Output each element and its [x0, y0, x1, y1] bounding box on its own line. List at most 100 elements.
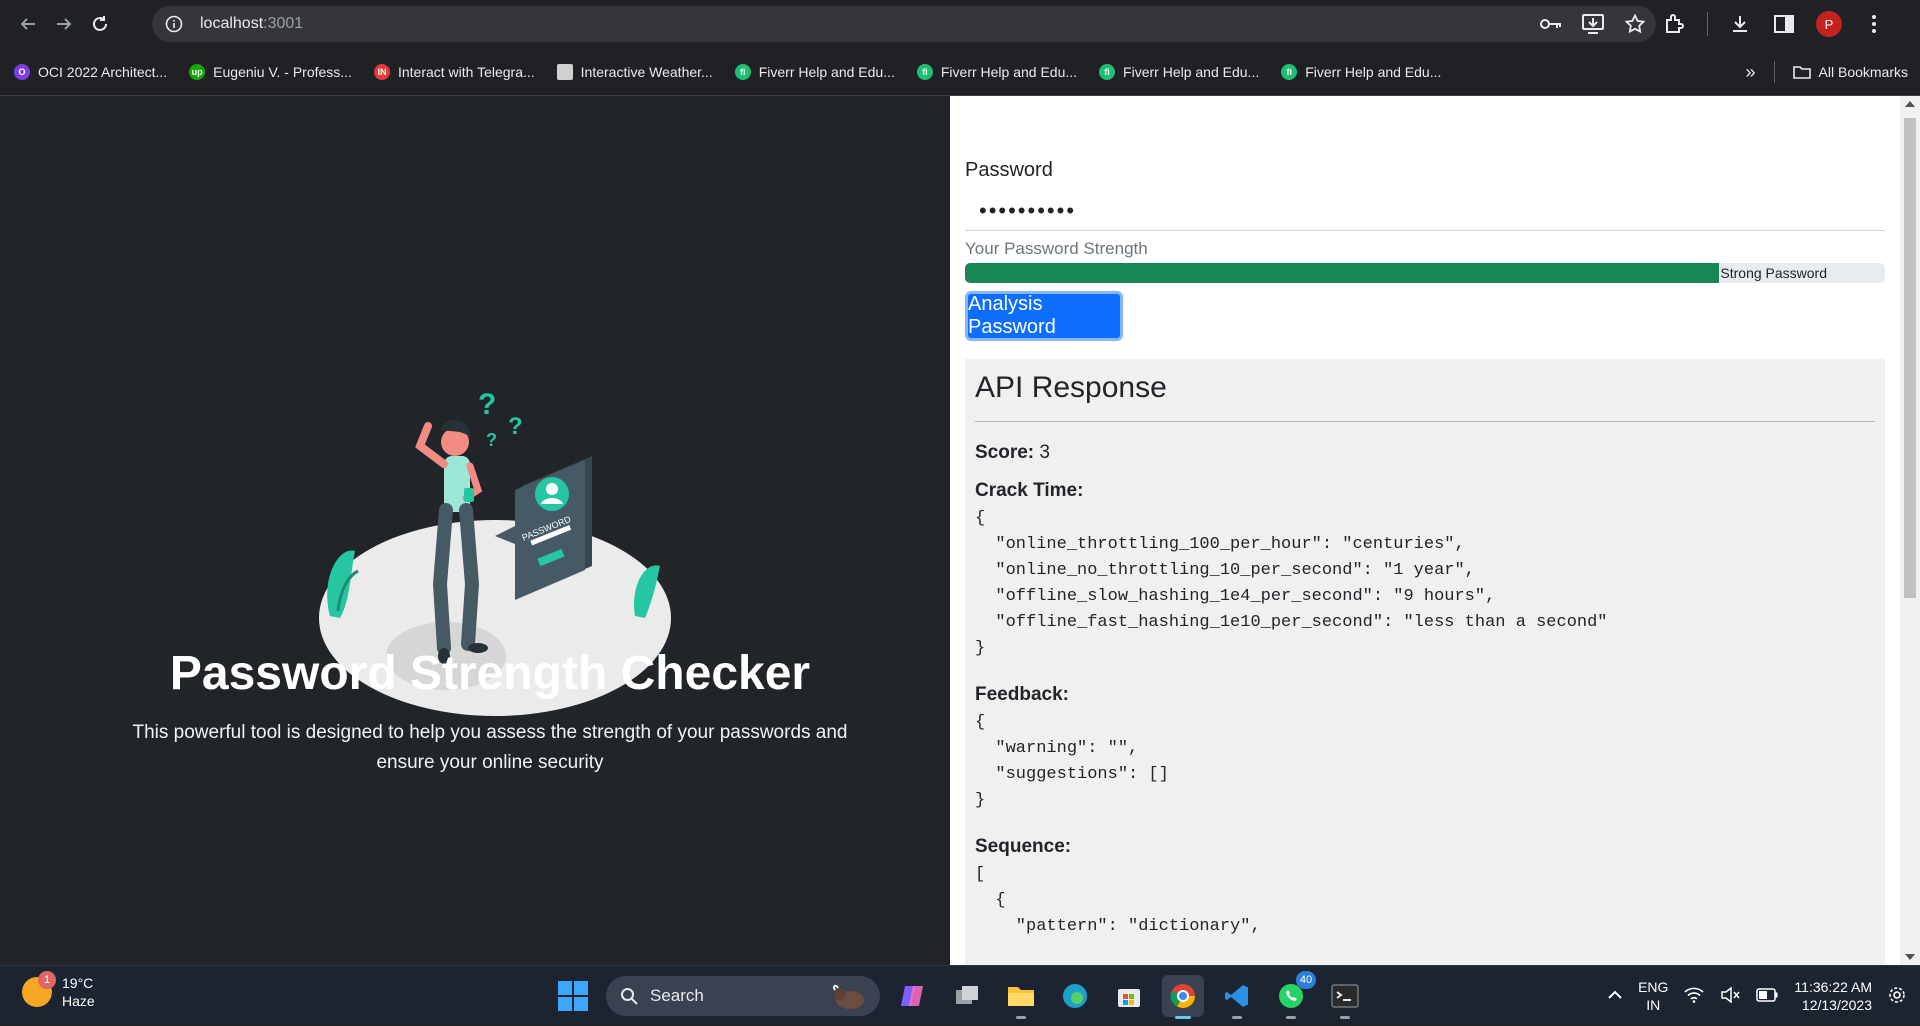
bookmark-star-icon[interactable]: [1624, 13, 1646, 35]
bookmark-label: Fiverr Help and Edu...: [1123, 63, 1260, 80]
scroll-up-arrow-icon[interactable]: [1905, 101, 1915, 107]
bookmarks-overflow-icon[interactable]: »: [1746, 62, 1756, 83]
language-line1: ENG: [1638, 979, 1669, 995]
api-divider: [975, 421, 1875, 422]
browser-toolbar: localhost:3001 P: [0, 0, 1920, 48]
vscode-app-icon[interactable]: [1216, 975, 1258, 1019]
checker-panel: Password •••••••••• Your Password Streng…: [950, 96, 1900, 965]
password-key-icon[interactable]: [1540, 13, 1562, 35]
battery-icon[interactable]: [1756, 987, 1778, 1005]
chrome-app-icon[interactable]: [1162, 975, 1204, 1019]
running-indicator: [1016, 1016, 1026, 1019]
scrollbar-thumb[interactable]: [1904, 118, 1916, 598]
bookmarks-divider: [1773, 61, 1775, 83]
hero-panel: PASSWORD ? ? ? Password Strength Checker…: [0, 96, 950, 965]
bookmark-item[interactable]: up Eugeniu V. - Profess...: [189, 63, 352, 80]
bookmark-item[interactable]: fi Fiverr Help and Edu...: [734, 63, 895, 80]
reload-button[interactable]: [82, 6, 118, 42]
bookmark-label: Fiverr Help and Edu...: [758, 63, 895, 80]
bookmark-favicon-icon: fi: [1281, 63, 1298, 80]
sequence-json: [ { "pattern": "dictionary",: [975, 865, 1261, 936]
system-tray: ENG IN 11:36:22 AM 12/13/2023: [1608, 966, 1920, 1026]
whatsapp-unread-count: 40: [1296, 971, 1316, 989]
score-value: 3: [1039, 442, 1050, 463]
show-hidden-icons-chevron-icon[interactable]: [1608, 987, 1622, 1005]
clock-date: 12/13/2023: [1801, 997, 1872, 1013]
bookmark-label: OCI 2022 Architect...: [38, 63, 168, 80]
bookmark-favicon-icon: fi: [916, 63, 933, 80]
feedback-label: Feedback:: [975, 684, 1069, 705]
weather-badge: 1: [38, 971, 56, 989]
bookmark-label: Interact with Telegra...: [397, 63, 535, 80]
volume-muted-icon[interactable]: [1720, 985, 1740, 1006]
crack-time-label: Crack Time:: [975, 480, 1084, 501]
address-bar[interactable]: localhost:3001: [152, 6, 1656, 42]
start-button[interactable]: [552, 975, 594, 1017]
bookmark-label: Fiverr Help and Edu...: [940, 63, 1078, 80]
bookmark-item[interactable]: fi Fiverr Help and Edu...: [1281, 63, 1441, 80]
url-port: :3001: [263, 15, 304, 32]
scroll-down-arrow-icon[interactable]: [1905, 954, 1915, 960]
forward-button[interactable]: [46, 6, 82, 42]
page-title: Password Strength Checker: [169, 647, 811, 700]
strength-progress-fill: [965, 263, 1720, 283]
clock-time: 11:36:22 AM: [1794, 979, 1872, 995]
system-clock[interactable]: 11:36:22 AM 12/13/2023: [1794, 978, 1872, 1014]
strength-progress: Strong Password: [965, 263, 1885, 283]
all-bookmarks-button[interactable]: All Bookmarks: [1792, 64, 1908, 80]
bookmark-item[interactable]: Interactive Weather...: [556, 63, 713, 80]
microsoft-store-icon[interactable]: [1108, 975, 1150, 1017]
running-indicator: [1340, 1016, 1350, 1019]
active-indicator: [1175, 1016, 1191, 1019]
site-info-icon[interactable]: [164, 14, 184, 34]
bookmark-favicon-icon: fi: [734, 63, 751, 80]
page-scrollbar[interactable]: [1900, 96, 1920, 965]
input-language[interactable]: ENG IN: [1638, 978, 1668, 1014]
weather-condition: Haze: [62, 993, 95, 1009]
bookmark-favicon-icon: up: [189, 63, 206, 80]
toolbar-divider: [1707, 12, 1708, 36]
downloads-icon[interactable]: [1728, 12, 1752, 36]
score-row: Score: 3: [975, 442, 1875, 464]
running-indicator: [1232, 1016, 1242, 1019]
all-bookmarks-label: All Bookmarks: [1818, 64, 1908, 80]
password-input[interactable]: ••••••••••: [965, 191, 1885, 231]
weather-sun-icon: 1: [22, 971, 56, 1007]
notification-settings-icon[interactable]: [1888, 986, 1906, 1007]
copilot-app-icon[interactable]: [892, 975, 934, 1017]
bookmark-item[interactable]: fi Fiverr Help and Edu...: [916, 63, 1078, 80]
analyze-password-button[interactable]: Analysis Password: [965, 291, 1123, 341]
bookmark-item[interactable]: IN Interact with Telegra...: [373, 63, 535, 80]
side-panel-icon[interactable]: [1772, 12, 1796, 36]
wifi-icon[interactable]: [1684, 987, 1704, 1006]
taskbar-apps: Search 40: [552, 971, 1366, 1019]
install-app-icon[interactable]: [1582, 13, 1604, 35]
api-response-title: API Response: [975, 371, 1167, 404]
whatsapp-app-icon[interactable]: 40: [1270, 971, 1316, 1019]
search-label: Search: [650, 986, 704, 1005]
url-host: localhost: [200, 15, 264, 32]
bookmark-item[interactable]: O OCI 2022 Architect...: [14, 63, 168, 80]
crack-time-json: { "online_throttling_100_per_hour": "cen…: [975, 509, 1608, 658]
taskbar-search[interactable]: Search: [606, 976, 880, 1016]
extensions-icon[interactable]: [1663, 12, 1687, 36]
bookmark-label: Eugeniu V. - Profess...: [213, 63, 352, 80]
bookmarks-bar: O OCI 2022 Architect... up Eugeniu V. - Pro…: [0, 48, 1920, 96]
bookmark-item[interactable]: fi Fiverr Help and Edu...: [1099, 63, 1260, 80]
feedback-json: { "warning": "", "suggestions": [] }: [975, 713, 1169, 810]
terminal-app-icon[interactable]: [1324, 975, 1366, 1019]
svg-text:?: ?: [486, 430, 497, 450]
windows-logo-icon: [558, 981, 588, 1011]
search-highlight-icon: [832, 984, 864, 1009]
url-text[interactable]: localhost:3001: [200, 15, 303, 33]
edge-browser-icon[interactable]: [1054, 975, 1096, 1017]
weather-widget[interactable]: 1 19°C Haze: [22, 971, 95, 1010]
back-arrow-icon: [20, 18, 35, 30]
browser-menu-icon[interactable]: [1862, 12, 1886, 36]
file-explorer-icon[interactable]: [1000, 975, 1042, 1019]
bookmark-favicon-icon: IN: [373, 63, 390, 80]
back-button[interactable]: [10, 6, 46, 42]
task-view-icon[interactable]: [946, 975, 988, 1017]
bookmark-favicon-icon: fi: [1099, 63, 1116, 80]
profile-avatar[interactable]: P: [1816, 11, 1842, 37]
